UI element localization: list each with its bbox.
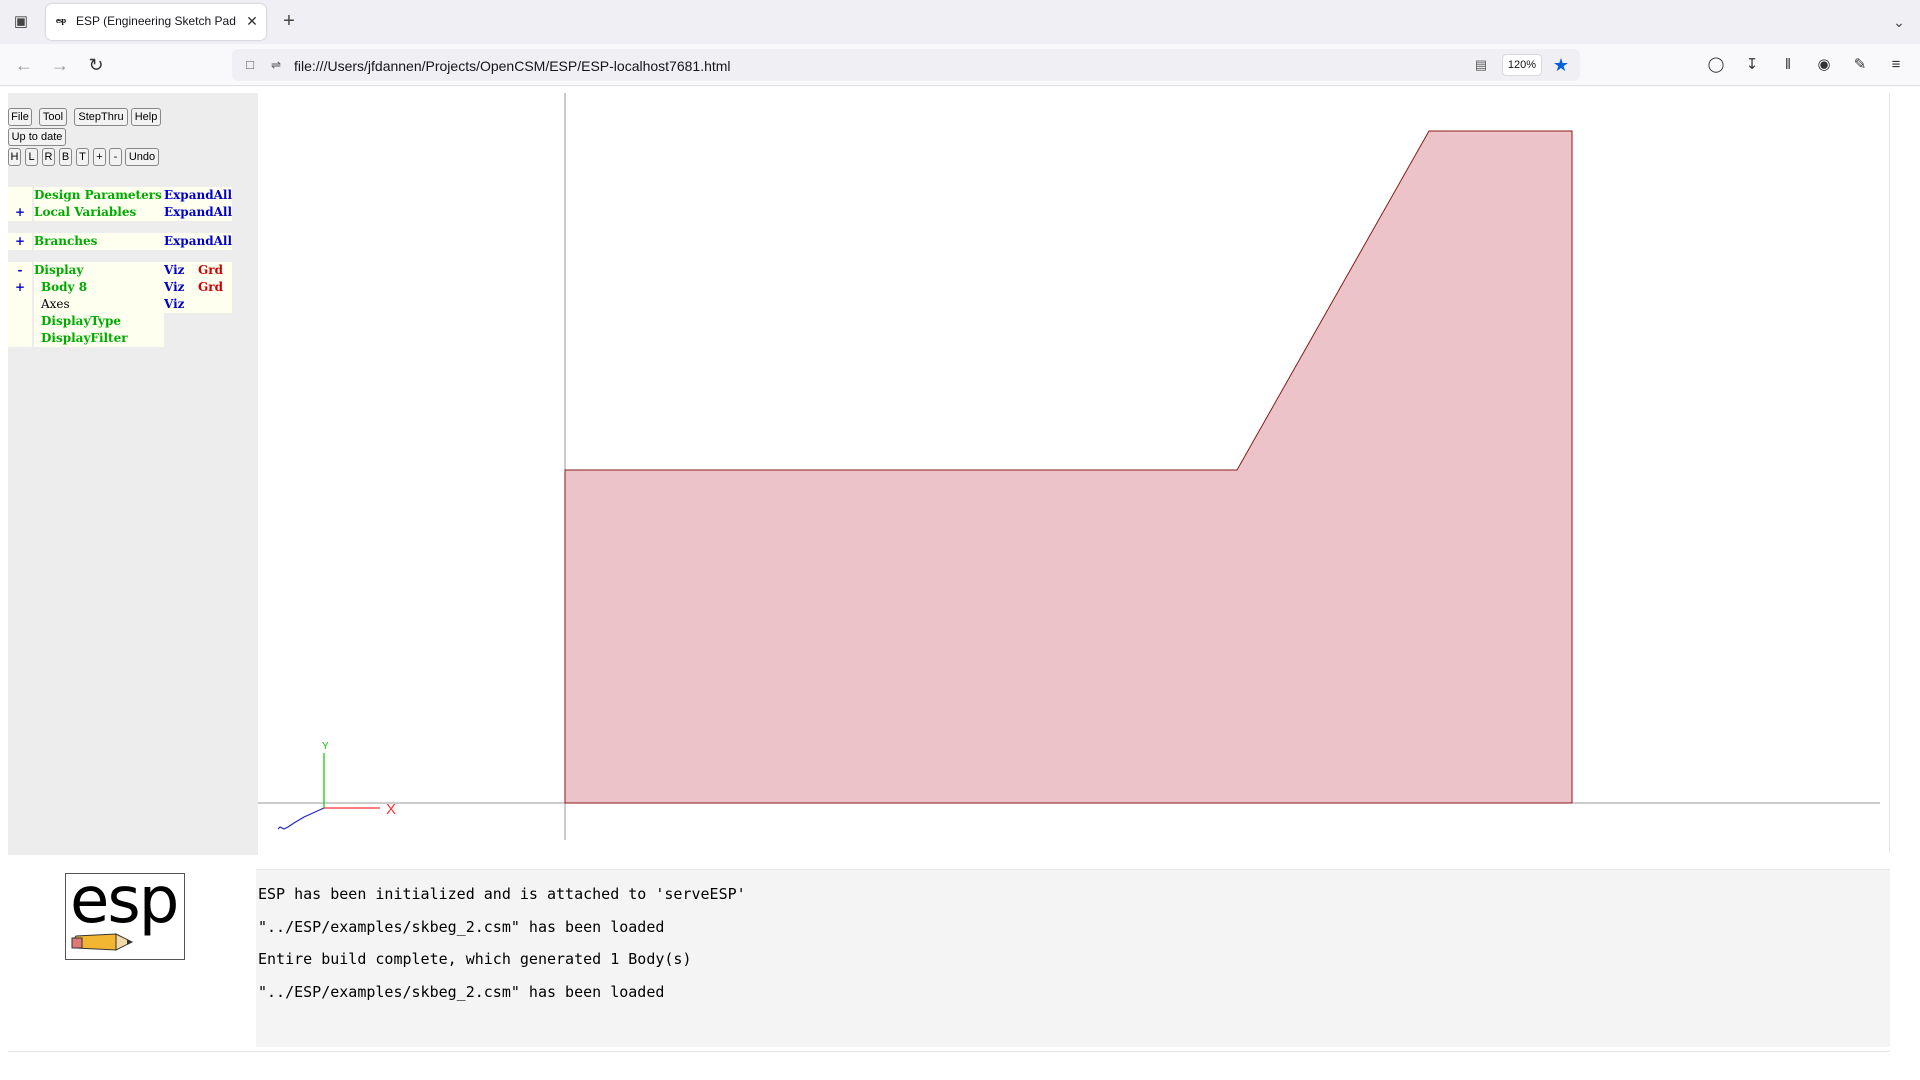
tab-list-icon[interactable]: ▣	[9, 10, 33, 34]
url-bar[interactable]: □ ⇌ file:///Users/jfdannen/Projects/Open…	[232, 49, 1580, 81]
branches-expand-all[interactable]: ExpandAll	[162, 233, 232, 250]
sketch-body-face[interactable]	[564, 130, 1573, 804]
esp-page: File Tool StepThru Help Up to date H L R…	[0, 87, 1920, 1080]
browser-tab[interactable]: esp ESP (Engineering Sketch Pad, V ✕	[46, 4, 266, 40]
left-panel: File Tool StepThru Help Up to date H L R…	[8, 93, 258, 855]
tool-button[interactable]: Tool	[39, 108, 67, 126]
view-bottom-button[interactable]: B	[59, 148, 72, 166]
browser-tab-bar: ▣ esp ESP (Engineering Sketch Pad, V ✕ +…	[0, 0, 1920, 44]
tree-row-axes: Axes Viz	[8, 296, 242, 313]
library-icon[interactable]: ‖	[1776, 54, 1800, 76]
esp-favicon-icon: esp	[56, 16, 66, 25]
body-expand-toggle[interactable]: +	[8, 279, 32, 296]
local-variables-expand-all[interactable]: ExpandAll	[162, 204, 232, 221]
graphics-svg[interactable]: Y X	[258, 93, 1890, 853]
body-grd-toggle[interactable]: Grd	[198, 279, 234, 296]
tree-row-branches: + Branches ExpandAll	[8, 233, 242, 250]
y-axis-label: Y	[322, 741, 329, 752]
close-icon[interactable]: ✕	[244, 12, 260, 30]
zoom-level-badge[interactable]: 120%	[1502, 54, 1542, 76]
extensions-icon[interactable]: ✎	[1848, 54, 1872, 76]
reader-view-icon[interactable]: ▤	[1472, 56, 1490, 74]
view-top-button[interactable]: T	[76, 148, 89, 166]
design-parameters-expand-all[interactable]: ExpandAll	[162, 187, 232, 204]
zoom-out-button[interactable]: -	[109, 148, 122, 166]
new-tab-plus-icon[interactable]: +	[278, 10, 300, 34]
display-type-label[interactable]: DisplayType	[34, 313, 164, 330]
view-home-button[interactable]: H	[8, 148, 21, 166]
stepthru-button[interactable]: StepThru	[74, 108, 128, 126]
back-arrow-icon[interactable]: ←	[10, 52, 38, 78]
hamburger-menu-icon[interactable]: ≡	[1884, 54, 1908, 76]
logo-panel: esp	[8, 864, 244, 1047]
pencil-icon	[71, 933, 134, 951]
tree-sign	[8, 313, 32, 330]
local-variables-expand-toggle[interactable]: +	[8, 204, 32, 221]
view-left-button[interactable]: L	[25, 148, 38, 166]
message-line: ESP has been initialized and is attached…	[258, 885, 746, 903]
body-label[interactable]: Body 8	[34, 279, 164, 296]
axes-triad: Y X	[277, 741, 396, 830]
undo-button[interactable]: Undo	[125, 148, 159, 166]
message-line: "../ESP/examples/skbeg_2.csm" has been l…	[258, 983, 665, 1001]
x-axis-label: X	[386, 801, 396, 818]
message-window: ESP has been initialized and is attached…	[256, 869, 1890, 1047]
display-grd-toggle[interactable]: Grd	[198, 262, 234, 279]
view-right-button[interactable]: R	[42, 148, 55, 166]
url-text[interactable]: file:///Users/jfdannen/Projects/OpenCSM/…	[294, 57, 1394, 75]
message-line: "../ESP/examples/skbeg_2.csm" has been l…	[258, 918, 665, 936]
tree-row-display-type: DisplayType	[8, 313, 242, 330]
browser-nav-bar: ← → ↻ □ ⇌ file:///Users/jfdannen/Project…	[0, 44, 1920, 86]
tab-title: ESP (Engineering Sketch Pad, V	[76, 14, 236, 28]
branches-label[interactable]: Branches	[34, 233, 164, 250]
zoom-in-button[interactable]: +	[93, 148, 106, 166]
chevron-down-icon[interactable]: ⌄	[1888, 10, 1910, 34]
esp-logo: esp	[65, 864, 185, 960]
axes-viz-toggle[interactable]: Viz	[162, 296, 232, 313]
page-icon: □	[246, 57, 254, 72]
tree-row-local-variables: + Local Variables ExpandAll	[8, 204, 242, 221]
footer-strip	[8, 1051, 1890, 1061]
up-to-date-button[interactable]: Up to date	[8, 128, 66, 146]
message-line: Entire build complete, which generated 1…	[258, 950, 692, 968]
tree-row-body: + Body 8 Viz Grd	[8, 279, 242, 296]
permissions-icon[interactable]: ⇌	[268, 56, 284, 74]
download-icon[interactable]: ↧	[1740, 54, 1764, 76]
file-button[interactable]: File	[8, 108, 32, 126]
help-button[interactable]: Help	[131, 108, 161, 126]
design-parameters-label[interactable]: Design Parameters	[34, 187, 164, 204]
display-collapse-toggle[interactable]: -	[8, 262, 32, 279]
tree-row-display-filter: DisplayFilter	[8, 330, 242, 347]
tree-row-display: - Display Viz Grd	[8, 262, 242, 279]
tree-row-design-parameters: Design Parameters ExpandAll	[8, 187, 242, 204]
star-icon[interactable]: ★	[1550, 53, 1572, 77]
pocket-icon[interactable]: ◯	[1704, 54, 1728, 76]
local-variables-label[interactable]: Local Variables	[34, 204, 164, 221]
graphics-canvas[interactable]: Y X	[258, 93, 1890, 853]
account-icon[interactable]: ◉	[1812, 54, 1836, 76]
axes-label: Axes	[34, 296, 164, 313]
branches-expand-toggle[interactable]: +	[8, 233, 32, 250]
tree-sign	[8, 330, 32, 347]
tree-sign	[8, 187, 32, 204]
z-axis-line	[277, 807, 325, 830]
tree-sign	[8, 296, 32, 313]
forward-arrow-icon[interactable]: →	[46, 52, 74, 78]
display-label[interactable]: Display	[34, 262, 164, 279]
reload-icon[interactable]: ↻	[82, 52, 110, 78]
display-filter-label[interactable]: DisplayFilter	[34, 330, 164, 347]
